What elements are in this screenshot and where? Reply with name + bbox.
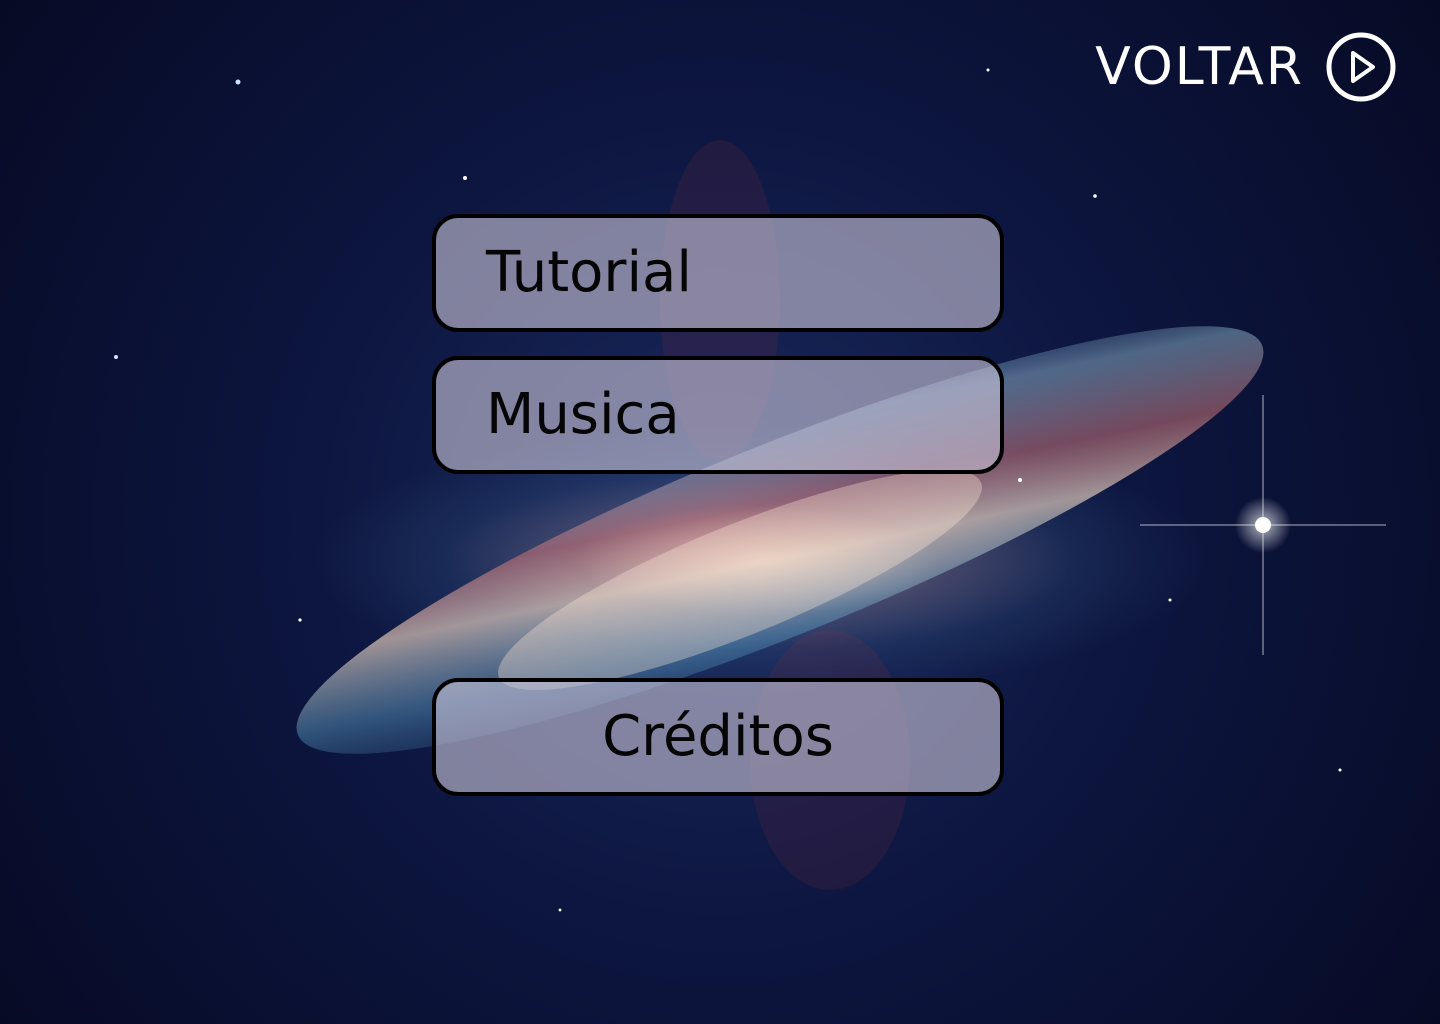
tutorial-button[interactable]: Tutorial	[432, 214, 1004, 332]
play-circle-icon	[1326, 32, 1396, 102]
credits-button-label: Créditos	[602, 704, 834, 769]
settings-screen: VOLTAR Tutorial Musica Créditos	[0, 0, 1440, 1024]
music-button-label: Musica	[486, 382, 680, 447]
tutorial-button-label: Tutorial	[486, 240, 692, 305]
music-button[interactable]: Musica	[432, 356, 1004, 474]
credits-button[interactable]: Créditos	[432, 678, 1004, 796]
galaxy-background	[114, 68, 1386, 912]
back-button[interactable]: VOLTAR	[1095, 32, 1396, 102]
back-label: VOLTAR	[1095, 37, 1304, 97]
